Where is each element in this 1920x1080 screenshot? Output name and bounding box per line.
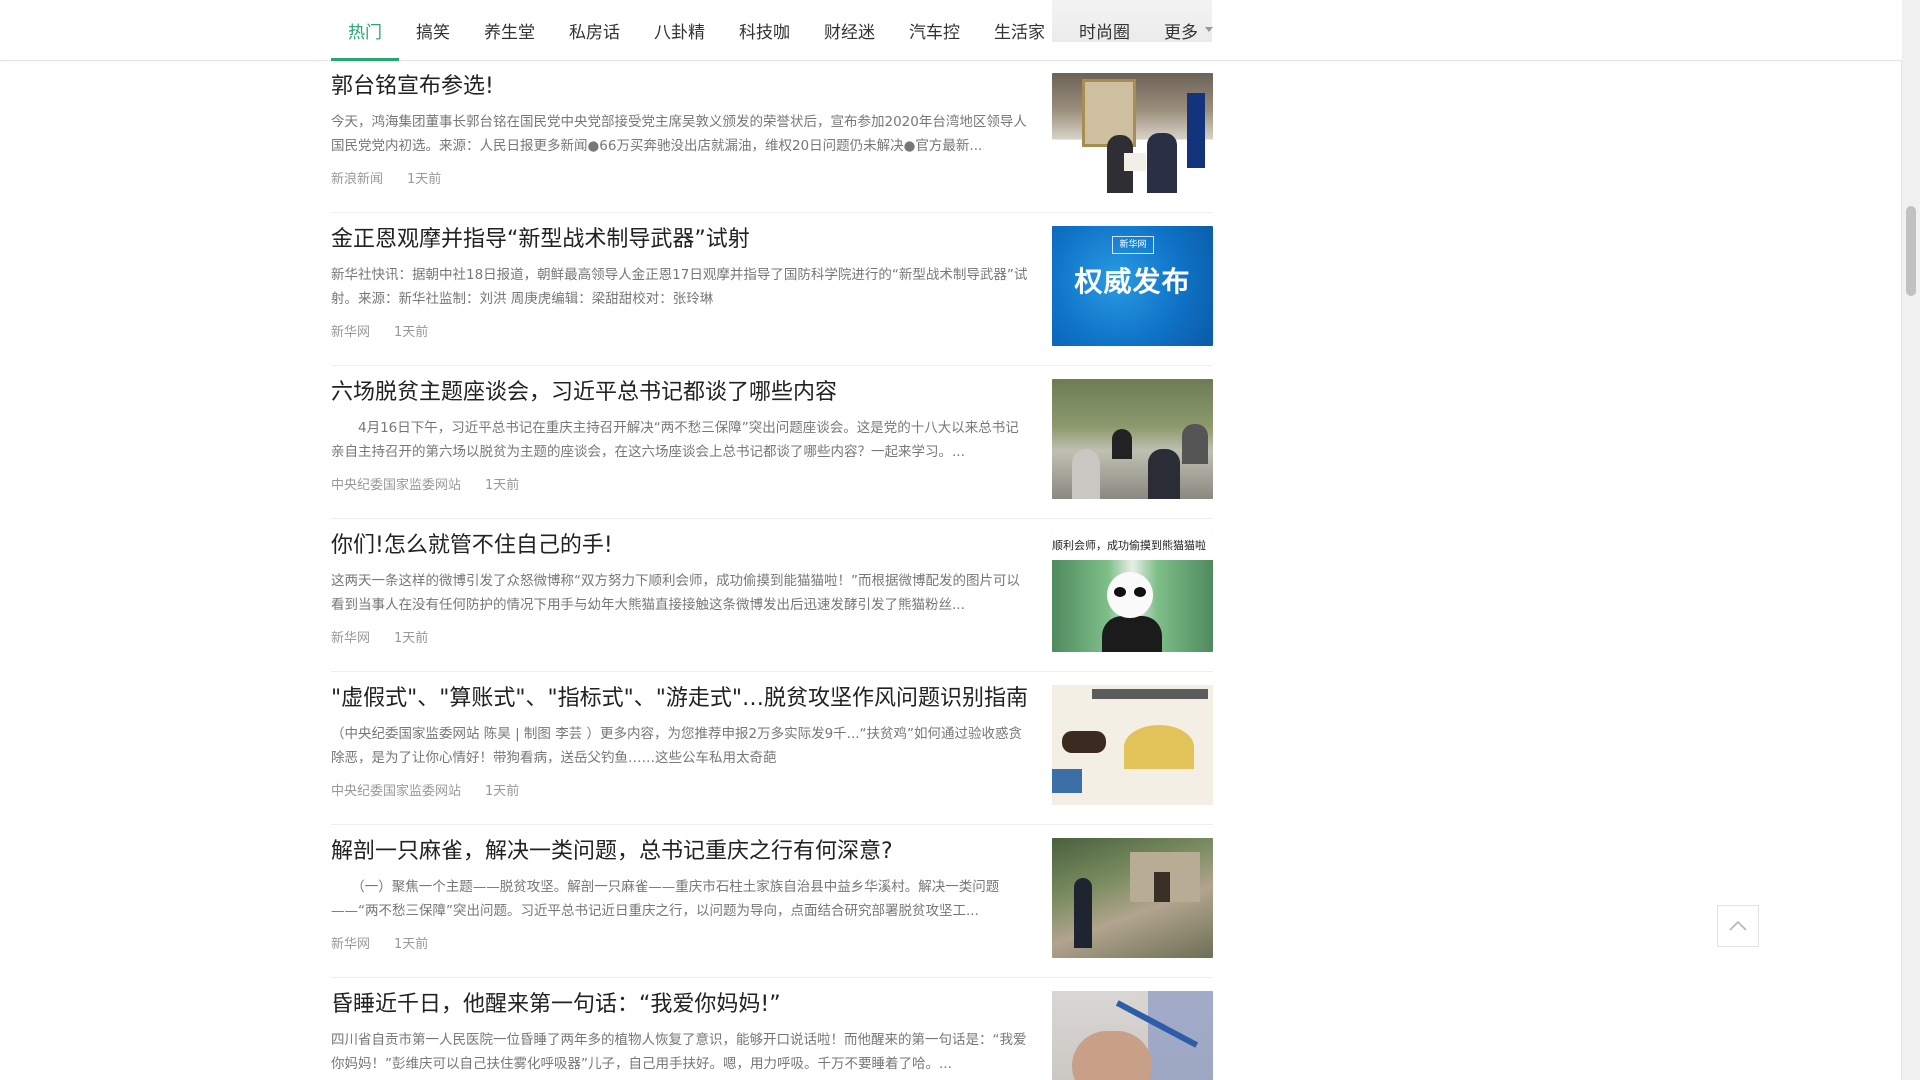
vertical-scrollbar[interactable] [1901,0,1920,1080]
news-title-link[interactable]: 六场脱贫主题座谈会，习近平总书记都谈了哪些内容 [331,378,1031,408]
news-source: 新华网 [331,325,371,340]
tab-label: 科技咖 [739,22,790,43]
news-time: 1天前 [407,172,442,187]
news-source: 新华网 [331,631,371,646]
person [1182,424,1208,464]
news-meta: 新华网 1天前 [331,933,428,952]
top-nav: 热门 搞笑 养生堂 私房话 八卦精 科技咖 财经迷 汽车控 生活家 时尚圈 更多 [0,0,1902,61]
flag [1187,93,1205,168]
panda-body [1102,616,1162,652]
news-title-link[interactable]: 金正恩观摩并指导“新型战术制导武器”试射 [331,225,1031,255]
thumbnail-logo: 新华网 [1112,236,1154,254]
news-summary: 四川省自贡市第一人民医院一位昏睡了两年多的植物人恢复了意识，能够开口说话啦！而他… [331,1032,1027,1072]
news-time: 1天前 [394,937,429,952]
panda-eye [1114,587,1126,597]
person [1147,133,1177,193]
news-item: 解剖一只麻雀，解决一类问题，总书记重庆之行有何深意? （一）聚焦一个主题——脱贫… [331,825,1213,978]
back-to-top-button[interactable] [1717,905,1759,947]
chevron-up-icon [1727,915,1749,937]
news-meta: 中央纪委国家监委网站 1天前 [331,780,519,799]
panda-head [1107,572,1153,618]
news-meta: 新浪新闻 1天前 [331,168,441,187]
truck [1052,769,1082,793]
scrollbar-thumb[interactable] [1906,206,1916,296]
thumbnail-text: 权威发布 [1074,265,1191,298]
person [1148,449,1180,499]
nav-tabs: 热门 搞笑 养生堂 私房话 八卦精 科技咖 财经迷 汽车控 生活家 时尚圈 更多 [331,0,1230,61]
tab-label: 搞笑 [416,22,450,43]
news-thumbnail[interactable] [1052,73,1213,193]
tab-life[interactable]: 生活家 [977,0,1062,60]
tab-more[interactable]: 更多 [1147,0,1230,60]
news-thumbnail[interactable] [1052,685,1213,805]
tab-finance[interactable]: 财经迷 [807,0,892,60]
page: 热门 搞笑 养生堂 私房话 八卦精 科技咖 财经迷 汽车控 生活家 时尚圈 更多… [0,0,1920,1080]
news-summary: （一）聚焦一个主题——脱贫攻坚。解剖一只麻雀——重庆市石柱土家族自治县中益乡华溪… [331,879,1000,919]
news-thumbnail[interactable] [1052,838,1213,958]
tab-label: 时尚圈 [1079,22,1130,43]
tab-tech[interactable]: 科技咖 [722,0,807,60]
news-summary: 4月16日下午，习近平总书记在重庆主持召开解决“两不愁三保障”突出问题座谈会。这… [331,420,1019,460]
news-summary: 这两天一条这样的微博引发了众怒微博称“双方努力下顺利会师，成功偷摸到能猫猫啦！”… [331,573,1020,613]
news-source: 新浪新闻 [331,172,384,187]
news-item: 金正恩观摩并指导“新型战术制导武器”试射 新华社快讯：据朝中社18日报道，朝鲜最… [331,213,1213,366]
news-thumbnail[interactable] [1052,991,1213,1080]
news-item: 你们!怎么就管不住自己的手! 这两天一条这样的微博引发了众怒微博称“双方努力下顺… [331,519,1213,672]
chevron-down-icon [1205,26,1213,32]
tab-private[interactable]: 私房话 [552,0,637,60]
tab-label: 八卦精 [654,22,705,43]
news-feed: 郭台铭宣布参选! 今天，鸿海集团董事长郭台铭在国民党中央党部接受党主席吴敦义颁发… [331,60,1213,1080]
person [1074,878,1092,948]
tab-fashion[interactable]: 时尚圈 [1062,0,1147,60]
news-source: 新华网 [331,937,371,952]
news-thumbnail[interactable] [1052,379,1213,499]
tab-gossip[interactable]: 八卦精 [637,0,722,60]
tab-label: 生活家 [994,22,1045,43]
news-title-link[interactable]: 你们!怎么就管不住自己的手! [331,531,1031,561]
news-time: 1天前 [394,325,429,340]
news-item: 六场脱贫主题座谈会，习近平总书记都谈了哪些内容 4月16日下午，习近平总书记在重… [331,366,1213,519]
tab-label: 热门 [348,22,382,43]
news-title-link[interactable]: "虚假式"、"算账式"、"指标式"、"游走式"…脱贫攻坚作风问题识别指南 [331,684,1031,714]
tab-auto[interactable]: 汽车控 [892,0,977,60]
news-title-link[interactable]: 解剖一只麻雀，解决一类问题，总书记重庆之行有何深意? [331,837,1031,867]
tab-label: 私房话 [569,22,620,43]
door [1154,872,1170,902]
tab-health[interactable]: 养生堂 [467,0,552,60]
person [1112,429,1132,459]
news-summary: 今天，鸿海集团董事长郭台铭在国民党中央党部接受党主席吴敦义颁发的荣誉状后，宣布参… [331,114,1027,154]
thumbnail-caption: 顺利会师，成功偷摸到熊猫猫啦 [1052,532,1213,560]
news-thumbnail[interactable]: 顺利会师，成功偷摸到熊猫猫啦 [1052,532,1213,652]
news-item: "虚假式"、"算账式"、"指标式"、"游走式"…脱贫攻坚作风问题识别指南 （中央… [331,672,1213,825]
news-source: 中央纪委国家监委网站 [331,478,462,493]
person [1072,449,1100,499]
tab-label: 汽车控 [909,22,960,43]
news-thumbnail[interactable]: 新华网 权威发布 [1052,226,1213,346]
tab-label: 更多 [1164,22,1198,43]
face [1072,1031,1152,1080]
news-item: 昏睡近千日，他醒来第一句话：“我爱你妈妈!” 四川省自贡市第一人民医院一位昏睡了… [331,978,1213,1080]
news-time: 1天前 [394,631,429,646]
news-item: 郭台铭宣布参选! 今天，鸿海集团董事长郭台铭在国民党中央党部接受党主席吴敦义颁发… [331,60,1213,213]
news-summary: （中央纪委国家监委网站 陈昊 | 制图 李芸 ）更多内容，为您推荐申报2万多实际… [331,726,1023,766]
news-meta: 中央纪委国家监委网站 1天前 [331,474,519,493]
shed-roof [1092,689,1208,699]
certificate [1124,153,1146,171]
news-meta: 新华网 1天前 [331,627,428,646]
panda-eye [1134,587,1146,597]
tab-hot[interactable]: 热门 [331,0,399,61]
news-time: 1天前 [485,478,520,493]
cow [1062,731,1106,753]
tab-funny[interactable]: 搞笑 [399,0,467,60]
news-summary: 新华社快讯：据朝中社18日报道，朝鲜最高领导人金正恩17日观摩并指导了国防科学院… [331,267,1028,307]
news-source: 中央纪委国家监委网站 [331,784,462,799]
news-time: 1天前 [485,784,520,799]
news-title-link[interactable]: 昏睡近千日，他醒来第一句话：“我爱你妈妈!” [331,990,1031,1020]
grain-pile [1124,725,1194,769]
tab-label: 养生堂 [484,22,535,43]
news-title-link[interactable]: 郭台铭宣布参选! [331,72,1031,102]
tab-label: 财经迷 [824,22,875,43]
news-meta: 新华网 1天前 [331,321,428,340]
